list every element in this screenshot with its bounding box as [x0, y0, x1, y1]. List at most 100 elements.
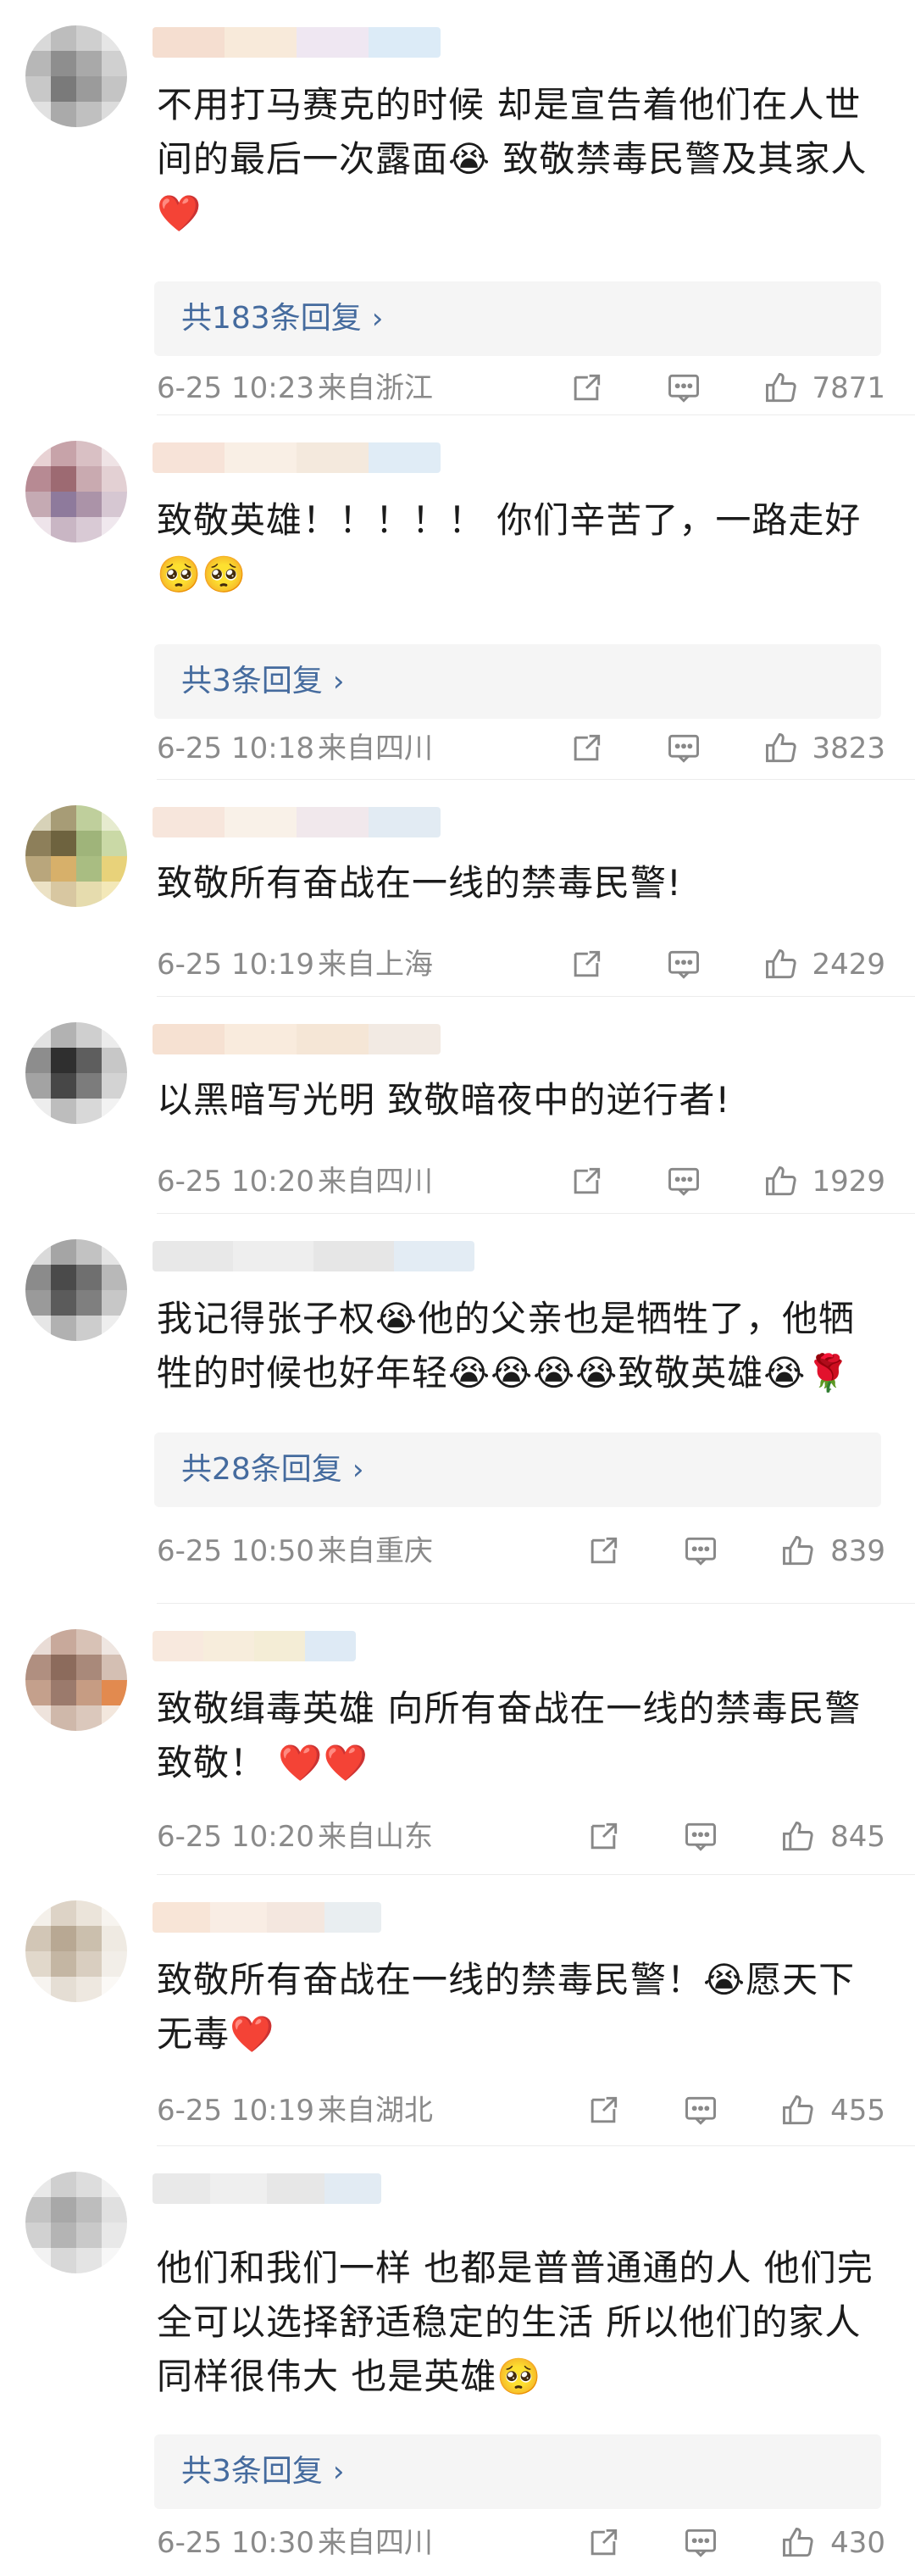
username-blurred[interactable] [152, 1241, 474, 1271]
share-icon[interactable] [585, 2092, 622, 2129]
avatar[interactable] [25, 1900, 127, 2002]
share-icon[interactable] [568, 946, 605, 983]
location: 来自山东 [318, 1820, 433, 1854]
timestamp: 6-25 10:18 [157, 732, 314, 765]
share-icon[interactable] [568, 370, 605, 407]
comment-item: 致敬缉毒英雄 向所有奋战在一线的禁毒民警致敬！ ❤️❤️ 6-25 10:20 … [0, 1604, 915, 1875]
comment-text: 致敬英雄！！！！！ 你们辛苦了，一路走好🥺🥺 [157, 499, 862, 595]
like-icon[interactable] [779, 2092, 817, 2129]
avatar[interactable] [25, 1239, 127, 1341]
location: 来自上海 [318, 948, 433, 982]
timestamp: 6-25 10:30 [157, 2526, 314, 2560]
avatar[interactable] [25, 25, 127, 127]
comment-meta: 6-25 10:19 来自湖北 455 [157, 2087, 885, 2134]
avatar[interactable] [25, 805, 127, 907]
comment-icon[interactable] [665, 1163, 702, 1200]
comment-icon[interactable] [665, 370, 702, 407]
username-blurred[interactable] [152, 1631, 356, 1661]
like-icon[interactable] [779, 1818, 817, 1855]
comment-text: 我记得张子权😭他的父亲也是牺牲了，他牺牲的时候也好年轻😭😭😭😭致敬英雄😭🌹 [157, 1298, 856, 1394]
view-replies-button[interactable]: 共28条回复 › [154, 1433, 881, 1507]
like-count: 3823 [812, 732, 885, 765]
like-icon[interactable] [762, 730, 800, 767]
view-replies-button[interactable]: 共3条回复 › [154, 2434, 881, 2509]
comment-icon[interactable] [682, 1818, 719, 1855]
comment-text: 以黑暗写光明 致敬暗夜中的逆行者! [157, 1079, 731, 1121]
replies-count: 共28条回复 [181, 1452, 342, 1487]
like-count: 455 [830, 2094, 885, 2128]
avatar[interactable] [25, 1022, 127, 1124]
chevron-right-icon: › [352, 1453, 364, 1487]
comment-icon[interactable] [682, 2524, 719, 2562]
location: 来自重庆 [318, 1534, 433, 1568]
like-count: 839 [830, 1534, 885, 1568]
like-icon[interactable] [762, 370, 800, 407]
like-icon[interactable] [762, 1163, 800, 1200]
username-blurred[interactable] [152, 1024, 441, 1054]
timestamp: 6-25 10:20 [157, 1165, 314, 1199]
username-blurred[interactable] [152, 807, 441, 837]
chevron-right-icon: › [332, 2455, 345, 2489]
location: 来自浙江 [318, 371, 433, 405]
replies-count: 共183条回复 [181, 301, 362, 336]
timestamp: 6-25 10:20 [157, 1820, 314, 1854]
comment-icon[interactable] [682, 1533, 719, 1570]
like-icon[interactable] [779, 1533, 817, 1570]
comment-text: 他们和我们一样 也都是普普通通的人 他们完全可以选择舒适稳定的生活 所以他们的家… [157, 2247, 873, 2397]
comment-item: 致敬英雄！！！！！ 你们辛苦了，一路走好🥺🥺 共3条回复 › 6-25 10:18… [0, 415, 915, 780]
timestamp: 6-25 10:19 [157, 948, 314, 982]
share-icon[interactable] [568, 730, 605, 767]
comment-meta: 6-25 10:18 来自四川 3823 [157, 725, 885, 772]
like-count: 2429 [812, 948, 885, 982]
timestamp: 6-25 10:19 [157, 2094, 314, 2128]
like-count: 845 [830, 1820, 885, 1854]
comment-meta: 6-25 10:19 来自上海 2429 [157, 941, 885, 988]
like-count: 7871 [812, 371, 885, 405]
comment-meta: 6-25 10:30 来自四川 430 [157, 2519, 885, 2567]
timestamp: 6-25 10:23 [157, 371, 314, 405]
like-count: 1929 [812, 1165, 885, 1199]
comment-text: 致敬所有奋战在一线的禁毒民警! [157, 862, 682, 904]
view-replies-button[interactable]: 共3条回复 › [154, 644, 881, 719]
like-count: 430 [830, 2526, 885, 2560]
view-replies-button[interactable]: 共183条回复 › [154, 281, 881, 356]
comment-text: 不用打马赛克的时候 却是宣告着他们在人世间的最后一次露面😭 致敬禁毒民警及其家人… [157, 84, 868, 234]
comment-meta: 6-25 10:20 来自四川 1929 [157, 1158, 885, 1205]
comment-text: 致敬缉毒英雄 向所有奋战在一线的禁毒民警致敬！ ❤️❤️ [157, 1688, 862, 1783]
comment-text: 致敬所有奋战在一线的禁毒民警！😭愿天下无毒❤️ [157, 1959, 856, 2055]
comment-icon[interactable] [665, 946, 702, 983]
like-icon[interactable] [762, 946, 800, 983]
location: 来自四川 [318, 732, 433, 765]
comment-icon[interactable] [682, 2092, 719, 2129]
share-icon[interactable] [568, 1163, 605, 1200]
location: 来自四川 [318, 1165, 433, 1199]
like-icon[interactable] [779, 2524, 817, 2562]
avatar[interactable] [25, 2172, 127, 2273]
comment-item: 不用打马赛克的时候 却是宣告着他们在人世间的最后一次露面😭 致敬禁毒民警及其家人… [0, 0, 915, 415]
chevron-right-icon: › [332, 665, 345, 698]
location: 来自湖北 [318, 2094, 433, 2128]
comment-item: 致敬所有奋战在一线的禁毒民警！😭愿天下无毒❤️ 6-25 10:19 来自湖北 … [0, 1875, 915, 2146]
comment-icon[interactable] [665, 730, 702, 767]
username-blurred[interactable] [152, 2173, 381, 2204]
replies-count: 共3条回复 [181, 2454, 323, 2489]
replies-count: 共3条回复 [181, 664, 323, 698]
share-icon[interactable] [585, 2524, 622, 2562]
comment-meta: 6-25 10:50 来自重庆 839 [157, 1527, 885, 1575]
username-blurred[interactable] [152, 1902, 381, 1933]
timestamp: 6-25 10:50 [157, 1534, 314, 1568]
location: 来自四川 [318, 2526, 433, 2560]
username-blurred[interactable] [152, 442, 441, 473]
avatar[interactable] [25, 1629, 127, 1731]
comment-item: 他们和我们一样 也都是普普通通的人 他们完全可以选择舒适稳定的生活 所以他们的家… [0, 2146, 915, 2568]
comment-meta: 6-25 10:23 来自浙江 7871 [157, 364, 885, 412]
comment-meta: 6-25 10:20 来自山东 845 [157, 1813, 885, 1861]
comment-item: 致敬所有奋战在一线的禁毒民警! 6-25 10:19 来自上海 2429 [0, 780, 915, 997]
comment-item: 我记得张子权😭他的父亲也是牺牲了，他牺牲的时候也好年轻😭😭😭😭致敬英雄😭🌹 共2… [0, 1214, 915, 1604]
share-icon[interactable] [585, 1533, 622, 1570]
username-blurred[interactable] [152, 27, 441, 58]
comment-item: 以黑暗写光明 致敬暗夜中的逆行者! 6-25 10:20 来自四川 1929 [0, 997, 915, 1214]
avatar[interactable] [25, 441, 127, 542]
chevron-right-icon: › [371, 302, 384, 336]
share-icon[interactable] [585, 1818, 622, 1855]
